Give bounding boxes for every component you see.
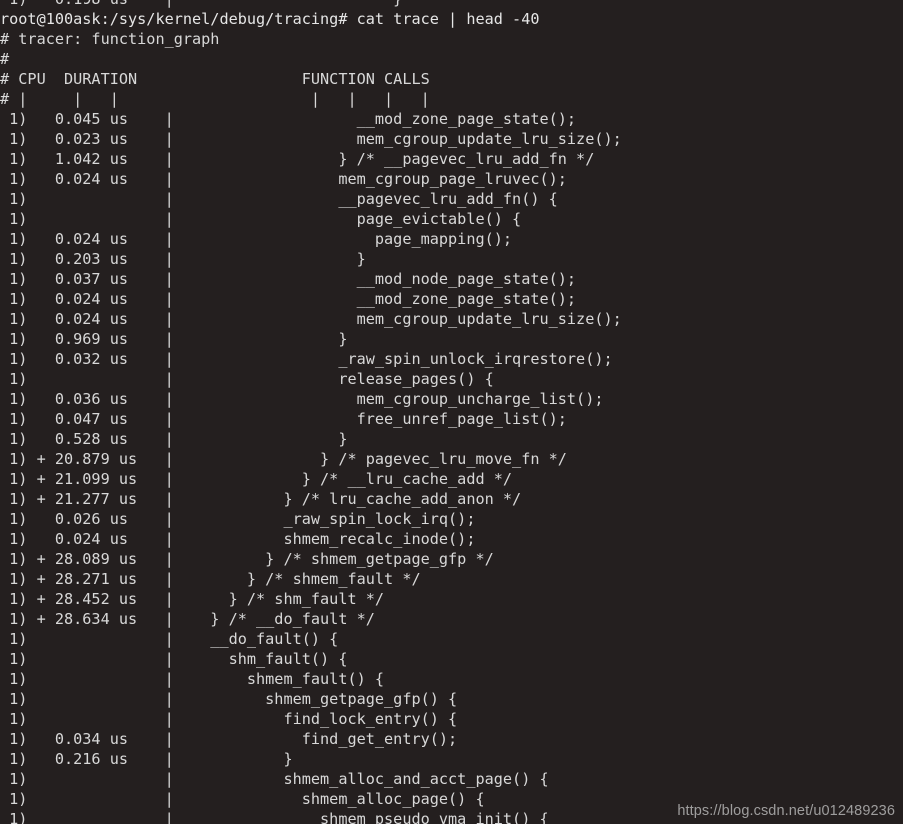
terminal-line: 1) + 28.452 us | } /* shm_fault */ <box>0 590 385 608</box>
terminal-line: 1) 0.203 us | } <box>0 250 366 268</box>
terminal-line: # | | | | | | | <box>0 90 430 108</box>
terminal-line: 1) + 28.089 us | } /* shmem_getpage_gfp … <box>0 550 494 568</box>
terminal-line: 1) | shm_fault() { <box>0 650 348 668</box>
terminal-line: 1) 0.032 us | _raw_spin_unlock_irqrestor… <box>0 350 613 368</box>
terminal-line: 1) 0.024 us | page_mapping(); <box>0 230 513 248</box>
terminal-line: root@100ask:/sys/kernel/debug/tracing# c… <box>0 10 540 28</box>
terminal-line: 1) + 21.277 us | } /* lru_cache_add_anon… <box>0 490 522 508</box>
terminal-line: 1) 0.216 us | } <box>0 750 293 768</box>
terminal-line: 1) 0.047 us | free_unref_page_list(); <box>0 410 567 428</box>
terminal-window[interactable]: 1) 0.198 us | }root@100ask:/sys/kernel/d… <box>0 0 903 824</box>
terminal-line: 1) 1.042 us | } /* __pagevec_lru_add_fn … <box>0 150 595 168</box>
terminal-line: 1) + 28.634 us | } /* __do_fault */ <box>0 610 375 628</box>
terminal-line: 1) + 21.099 us | } /* __lru_cache_add */ <box>0 470 513 488</box>
terminal-line: 1) 0.024 us | mem_cgroup_update_lru_size… <box>0 310 622 328</box>
terminal-line: 1) 0.036 us | mem_cgroup_uncharge_list()… <box>0 390 604 408</box>
terminal-line: 1) | __pagevec_lru_add_fn() { <box>0 190 558 208</box>
terminal-line: 1) 0.198 us | } <box>0 0 903 9</box>
terminal-line: 1) + 28.271 us | } /* shmem_fault */ <box>0 570 421 588</box>
terminal-line: # CPU DURATION FUNCTION CALLS <box>0 70 430 88</box>
terminal-line: 1) 0.023 us | mem_cgroup_update_lru_size… <box>0 130 622 148</box>
terminal-line: 1) 0.024 us | shmem_recalc_inode(); <box>0 530 476 548</box>
terminal-line: 1) | shmem_alloc_and_acct_page() { <box>0 770 549 788</box>
watermark-url: https://blog.csdn.net/u012489236 <box>677 803 895 819</box>
terminal-line: 1) 0.024 us | __mod_zone_page_state(); <box>0 290 577 308</box>
terminal-line: 1) 0.024 us | mem_cgroup_page_lruvec(); <box>0 170 567 188</box>
terminal-line: 1) 0.034 us | find_get_entry(); <box>0 730 458 748</box>
terminal-line: 1) 0.969 us | } <box>0 330 348 348</box>
terminal-line: 1) | shmem_fault() { <box>0 670 385 688</box>
terminal-line: 1) | shmem_getpage_gfp() { <box>0 690 458 708</box>
terminal-line: 1) | find_lock_entry() { <box>0 710 458 728</box>
terminal-screen-buffer[interactable]: 1) 0.198 us | }root@100ask:/sys/kernel/d… <box>0 0 903 824</box>
terminal-line: 1) 0.037 us | __mod_node_page_state(); <box>0 270 577 288</box>
terminal-line: 1) | release_pages() { <box>0 370 494 388</box>
terminal-line: # tracer: function_graph <box>0 30 220 48</box>
terminal-line: 1) + 20.879 us | } /* pagevec_lru_move_f… <box>0 450 567 468</box>
terminal-line: # <box>0 50 10 68</box>
terminal-line: 1) 0.528 us | } <box>0 430 348 448</box>
terminal-line: 1) 0.045 us | __mod_zone_page_state(); <box>0 110 577 128</box>
terminal-line: 1) 0.026 us | _raw_spin_lock_irq(); <box>0 510 476 528</box>
terminal-line: 1) | __do_fault() { <box>0 630 339 648</box>
terminal-line: 1) | page_evictable() { <box>0 210 522 228</box>
